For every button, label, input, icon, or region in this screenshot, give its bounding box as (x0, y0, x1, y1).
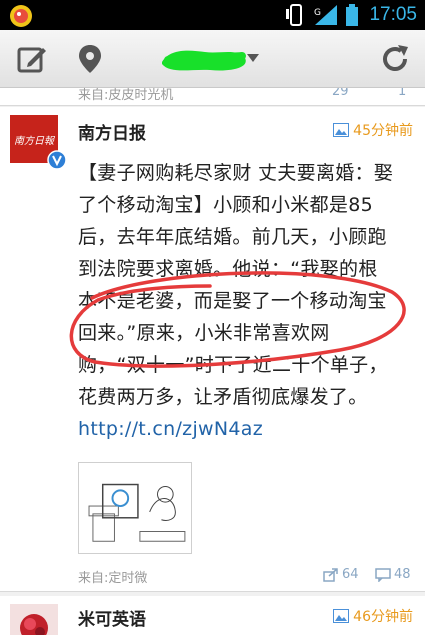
post-text: 【妻子网购耗尽家财 丈夫要离婚：娶了个移动淘宝】小顾和小米都是85后，去年年底结… (78, 162, 394, 408)
post-time-label: 46分钟前 (353, 609, 413, 625)
post-time: 46分钟前 (333, 606, 413, 626)
previous-post-footer: 来自:皮皮时光机 29 1 (0, 88, 425, 106)
battery-icon (346, 4, 359, 26)
repost-count: 64 (342, 567, 359, 582)
dropdown-arrow-icon[interactable] (246, 51, 260, 65)
post-link[interactable]: http://t.cn/zjwN4az (78, 418, 263, 440)
verified-badge-icon (47, 150, 67, 170)
timeline-feed[interactable]: 来自:皮皮时光机 29 1 南方日報 南方日报 45分钟前 【妻子网购耗尽家财 … (0, 88, 425, 635)
post-card[interactable]: 南方日報 南方日报 45分钟前 【妻子网购耗尽家财 丈夫要离婚：娶了个移动淘宝】… (0, 107, 425, 592)
top-toolbar (0, 30, 425, 88)
post-image-thumbnail[interactable] (78, 462, 192, 554)
post-body: 【妻子网购耗尽家财 丈夫要离婚：娶了个移动淘宝】小顾和小米都是85后，去年年底结… (78, 157, 396, 445)
comment-button[interactable]: 48 (375, 567, 411, 582)
location-icon[interactable] (74, 43, 106, 75)
repost-count[interactable]: 29 (332, 88, 349, 99)
post-source: 来自:皮皮时光机 (78, 88, 174, 103)
avatar[interactable] (10, 604, 58, 635)
image-attachment-icon (333, 123, 350, 137)
repost-icon (323, 567, 338, 582)
post-username[interactable]: 米可英语 (78, 605, 146, 630)
app-notification-icon (10, 5, 32, 27)
svg-text:G: G (314, 8, 321, 18)
status-bar: G 17:05 (0, 0, 425, 30)
account-name-scribble[interactable] (150, 42, 260, 76)
post-source: 来自:定时微 (78, 571, 148, 586)
comment-count[interactable]: 1 (398, 88, 406, 99)
post-card[interactable]: 米可英语 46分钟前 (0, 596, 425, 635)
phone-rotate-icon (286, 4, 303, 26)
repost-button[interactable]: 64 (323, 567, 359, 582)
comment-count: 48 (394, 567, 411, 582)
refresh-icon[interactable] (379, 43, 411, 75)
compose-icon[interactable] (16, 43, 48, 75)
signal-icon: G (314, 5, 338, 25)
post-time: 45分钟前 (333, 120, 413, 140)
post-username[interactable]: 南方日报 (78, 119, 146, 144)
avatar-logo-text: 南方日報 (14, 135, 56, 147)
post-time-label: 45分钟前 (353, 123, 413, 139)
clock: 17:05 (369, 4, 417, 25)
comment-icon (375, 567, 391, 582)
image-attachment-icon (333, 609, 350, 623)
